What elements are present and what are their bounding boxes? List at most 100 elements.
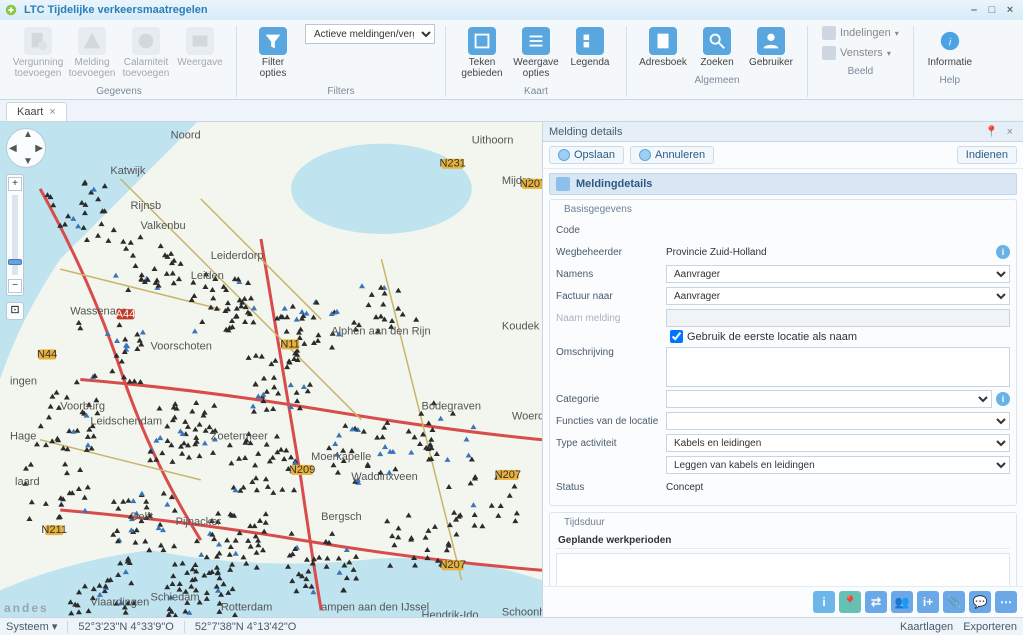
svg-text:ampen aan den IJssel: ampen aan den IJssel xyxy=(321,601,429,613)
type-sub-select[interactable]: Leggen van kabels en leidingen xyxy=(666,456,1010,474)
svg-text:Vlaardingen: Vlaardingen xyxy=(90,596,149,608)
app-logo-icon xyxy=(4,3,18,17)
svg-text:N211: N211 xyxy=(41,524,67,536)
svg-text:Rijnsb: Rijnsb xyxy=(130,200,161,212)
svg-text:Bergsch: Bergsch xyxy=(321,511,361,523)
info-icon[interactable]: i xyxy=(996,392,1010,406)
group-label-gegevens: Gegevens xyxy=(96,86,142,97)
zoom-out-button[interactable]: − xyxy=(8,279,22,293)
pan-north-icon[interactable]: ▲ xyxy=(23,129,33,140)
calamiteit-toevoegen-button[interactable]: Calamiteit toevoegen xyxy=(120,24,172,82)
functies-select[interactable] xyxy=(666,412,1010,430)
svg-text:ingen: ingen xyxy=(10,376,37,388)
sliders-icon xyxy=(522,27,550,55)
info-icon[interactable]: i xyxy=(996,245,1010,259)
map-zoom-control[interactable]: + − xyxy=(6,174,24,296)
type-activiteit-select[interactable]: Kabels en leidingen xyxy=(666,434,1010,452)
ribbon-group-kaart: Teken gebieden Weergave opties Legenda K… xyxy=(450,24,622,99)
melding-toevoegen-button[interactable]: Melding toevoegen xyxy=(66,24,118,82)
filter-combo[interactable]: Actieve meldingen/vergunningen xyxy=(305,24,435,44)
zoom-in-button[interactable]: + xyxy=(8,177,22,191)
routes-tab-icon[interactable]: ⇄ xyxy=(865,591,887,613)
title-bar: LTC Tijdelijke verkeersmaatregelen – □ × xyxy=(0,0,1023,20)
zoeken-button[interactable]: Zoeken xyxy=(691,24,743,71)
svg-text:Bodegraven: Bodegraven xyxy=(422,401,482,413)
history-tab-icon[interactable]: ⋯ xyxy=(995,591,1017,613)
annuleren-button[interactable]: Annuleren xyxy=(630,146,714,164)
view-icon xyxy=(186,27,214,55)
gebruik-locatie-checkbox[interactable] xyxy=(670,330,683,343)
pan-west-icon[interactable]: ◀ xyxy=(9,143,17,154)
ribbon-group-help: i Informatie Help xyxy=(918,24,982,99)
svg-text:Schoonhov: Schoonhov xyxy=(502,606,542,617)
svg-text:N11: N11 xyxy=(280,338,299,350)
ribbon-group-beeld: Indelingen▾ Vensters▾ Beeld xyxy=(812,24,909,99)
legenda-button[interactable]: Legenda xyxy=(564,24,616,71)
svg-text:Rotterdam: Rotterdam xyxy=(221,601,273,613)
weergave-opties-button[interactable]: Weergave opties xyxy=(510,24,562,82)
panel-close-icon[interactable]: × xyxy=(1007,126,1013,138)
map-pane[interactable]: Katwijk Noord Uithoorn Rijnsb Mijdre Val… xyxy=(0,122,543,617)
svg-text:Zoetermeer: Zoetermeer xyxy=(211,431,268,443)
indienen-button[interactable]: Indienen xyxy=(957,146,1017,164)
group-label-filters: Filters xyxy=(327,86,354,97)
maximize-button[interactable]: □ xyxy=(983,4,1001,16)
vensters-button[interactable]: Vensters▾ xyxy=(818,44,903,62)
extra-info-tab-icon[interactable]: i+ xyxy=(917,591,939,613)
zoom-slider[interactable] xyxy=(12,195,18,275)
save-icon xyxy=(558,149,570,161)
gebruiker-button[interactable]: Gebruiker xyxy=(745,24,797,71)
adresboek-button[interactable]: Adresboek xyxy=(637,24,689,71)
informatie-button[interactable]: i Informatie xyxy=(924,24,976,71)
draw-area-icon xyxy=(468,27,496,55)
svg-text:Schiedam: Schiedam xyxy=(151,591,200,603)
weergave-button[interactable]: Weergave xyxy=(174,24,226,71)
details-tab-icon[interactable]: i xyxy=(813,591,835,613)
vergunning-toevoegen-button[interactable]: Vergunning toevoegen xyxy=(12,24,64,82)
factuur-select[interactable]: Aanvrager xyxy=(666,287,1010,305)
tab-kaart[interactable]: Kaart × xyxy=(6,102,67,121)
omschrijving-textarea[interactable] xyxy=(666,347,1010,387)
tab-close-icon[interactable]: × xyxy=(49,106,55,118)
detail-toolbar: Opslaan Annuleren Indienen xyxy=(543,142,1023,169)
svg-text:Hage: Hage xyxy=(10,431,36,443)
teken-gebieden-button[interactable]: Teken gebieden xyxy=(456,24,508,82)
attachments-tab-icon[interactable]: 📎 xyxy=(943,591,965,613)
svg-text:laard: laard xyxy=(15,476,40,488)
zoom-rectangle-button[interactable]: ⊡ xyxy=(6,302,24,320)
location-tab-icon[interactable]: 📍 xyxy=(839,591,861,613)
info-badge-icon xyxy=(556,177,570,191)
funnel-icon xyxy=(259,27,287,55)
detail-panel-header: Melding details 📍 × xyxy=(543,122,1023,142)
pan-south-icon[interactable]: ▼ xyxy=(23,156,33,167)
close-button[interactable]: × xyxy=(1001,4,1019,16)
group-label-help: Help xyxy=(940,75,961,86)
pin-icon[interactable]: 📍 xyxy=(985,125,999,138)
status-bar: Systeem ▾ 52°3'23"N 4°33'9"O 52°7'38"N 4… xyxy=(0,617,1023,635)
contacts-tab-icon[interactable]: 👥 xyxy=(891,591,913,613)
filter-opties-button[interactable]: Filter opties xyxy=(247,24,299,82)
indelingen-button[interactable]: Indelingen▾ xyxy=(818,24,903,42)
section-meldingdetails: Meldingdetails xyxy=(549,173,1017,195)
zoom-handle[interactable] xyxy=(8,259,22,265)
namens-select[interactable]: Aanvrager xyxy=(666,265,1010,283)
kaartlagen-button[interactable]: Kaartlagen xyxy=(900,621,953,633)
svg-text:N207: N207 xyxy=(495,469,521,481)
coord-1: 52°3'23"N 4°33'9"O xyxy=(78,621,173,633)
bottom-iconbar: i 📍 ⇄ 👥 i+ 📎 💬 ⋯ xyxy=(543,586,1023,617)
pan-east-icon[interactable]: ▶ xyxy=(35,143,43,154)
svg-text:Hendrik-Ido: Hendrik-Ido xyxy=(422,609,479,617)
coord-2: 52°7'38"N 4°13'42"O xyxy=(195,621,297,633)
svg-text:N44: N44 xyxy=(37,348,57,360)
messages-tab-icon[interactable]: 💬 xyxy=(969,591,991,613)
minimize-button[interactable]: – xyxy=(965,4,983,16)
systeem-menu[interactable]: Systeem ▾ xyxy=(6,620,57,633)
map-canvas: Katwijk Noord Uithoorn Rijnsb Mijdre Val… xyxy=(0,122,542,617)
geplande-werkperioden-header: Geplande werkperioden xyxy=(556,533,1010,549)
categorie-select[interactable] xyxy=(666,390,992,408)
opslaan-button[interactable]: Opslaan xyxy=(549,146,624,164)
svg-text:Delft: Delft xyxy=(130,511,153,523)
werkperioden-grid[interactable] xyxy=(556,553,1010,586)
map-pan-control[interactable]: ▲ ▼ ◀ ▶ xyxy=(6,128,46,168)
exporteren-button[interactable]: Exporteren xyxy=(963,621,1017,633)
